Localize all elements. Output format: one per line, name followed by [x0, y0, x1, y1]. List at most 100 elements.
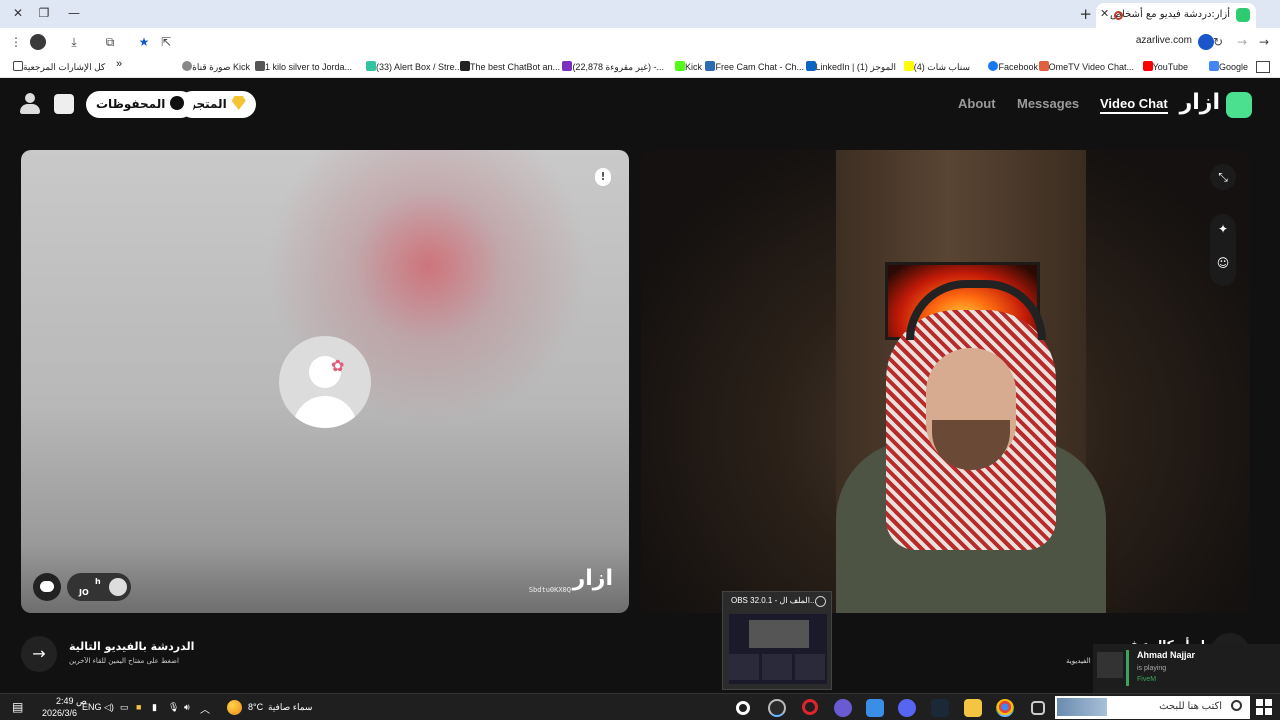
kick-icon [674, 61, 685, 71]
bookmark-linkedin[interactable]: LinkedIn | (1) الموجز [803, 61, 896, 73]
search-placeholder: اكتب هنا للبحث [1159, 701, 1222, 712]
azar-logo-text: ازار [1179, 90, 1220, 115]
peer-video-panel: ! ✿ h JO ازار Sbdtu0KX0Q [21, 150, 629, 613]
obs-window-title: OBS 32.0.1 - الملف ال... [731, 596, 817, 605]
bookmark-silver[interactable]: 1 kilo silver to Jorda... [252, 61, 352, 72]
nav-video-chat[interactable]: Video Chat [1100, 96, 1168, 114]
peer-profile-chip[interactable]: h JO [67, 573, 131, 601]
windows-start-icon[interactable] [1256, 699, 1272, 715]
bookmarks-bar: Google YouTube OmeTV Video Chat... Faceb… [0, 56, 1280, 78]
bookmark-snapchat[interactable]: (4) سناب شات [901, 61, 970, 73]
steam-icon[interactable] [931, 699, 949, 717]
watermark-id: Sbdtu0KX0Q [528, 586, 571, 594]
obs-taskbar-icon[interactable] [768, 699, 786, 717]
nav-about[interactable]: About [958, 96, 996, 111]
next-chat-button[interactable]: → [21, 636, 57, 672]
browser-tab[interactable]: أزار:دردشة فيديو مع أشخاص ✕ [1096, 3, 1256, 28]
bookmark-google[interactable]: Google [1206, 61, 1248, 72]
obs-taskbar-preview[interactable]: OBS 32.0.1 - الملف ال... [722, 591, 832, 690]
mail-icon [562, 61, 573, 71]
more-bookmarks-icon[interactable]: » [116, 58, 122, 70]
report-icon[interactable]: ! [595, 168, 611, 186]
bookmark-kick[interactable]: Kick [672, 61, 702, 72]
peer-name: h [95, 577, 101, 586]
game-thumbnail [1097, 652, 1123, 678]
saved-button[interactable]: المحفوظات [86, 91, 195, 118]
bookmark-mail[interactable]: (22,878 غير مقروءة) -... [559, 61, 664, 73]
self-camera-person [836, 270, 1106, 613]
all-bookmarks[interactable]: كل الإشارات المرجعية [10, 61, 105, 73]
inbox-icon[interactable] [54, 94, 74, 114]
microphone-icon[interactable]: 🎙︎ [168, 702, 179, 713]
extensions-icon[interactable]: ⧉ [102, 34, 118, 50]
self-video-panel: ⤡ ✦ ☺ [641, 150, 1250, 613]
recording-icon [1114, 11, 1123, 20]
task-view-icon[interactable] [1031, 701, 1045, 715]
azar-logo-icon [1226, 92, 1252, 118]
next-chat-title: الدردشة بالفيديو التالية [69, 640, 195, 653]
new-tab-button[interactable]: + [1079, 5, 1092, 23]
facebook-icon [988, 61, 999, 71]
discord-icon[interactable] [898, 699, 916, 717]
discord-activity-toast[interactable]: Ahmad Najjar is playing FiveM [1093, 644, 1280, 693]
clock-date[interactable]: 2026/3/6 [42, 708, 77, 718]
weather-text: سماء صافية [268, 702, 313, 712]
speaker-icon[interactable]: ◁) [104, 702, 114, 713]
network-icon[interactable]: ▭ [120, 702, 129, 713]
url-text[interactable]: azarlive.com [1136, 35, 1192, 46]
weather-temp[interactable]: 8°C [248, 702, 263, 712]
bookmark-chatbot[interactable]: The best ChatBot an... [457, 61, 560, 72]
streaming-app-icon[interactable] [736, 701, 750, 715]
apps-grid-icon[interactable] [1256, 61, 1270, 73]
download-icon[interactable]: ⤓ [66, 34, 82, 50]
mic-in-use-icon[interactable]: ▮ [152, 702, 157, 713]
windows-taskbar: اكتب هنا للبحث سماء صافية 8°C ︿ 🔊︎ 🎙︎ ▮ … [0, 693, 1280, 720]
bookmark-youtube[interactable]: YouTube [1140, 61, 1188, 72]
reload-icon[interactable]: ↻ [1210, 34, 1226, 50]
freecam-icon [705, 61, 716, 71]
nav-messages[interactable]: Messages [1017, 96, 1079, 111]
app-tray-icon[interactable]: ■ [136, 702, 141, 712]
close-tab-icon[interactable]: ✕ [1100, 7, 1109, 20]
close-window-icon[interactable]: ✕ [10, 5, 26, 21]
notification-center-icon[interactable]: ▤ [12, 700, 23, 714]
install-app-icon[interactable]: ⇱ [158, 34, 174, 50]
tray-chevron-icon[interactable]: ︿ [200, 701, 210, 716]
restore-window-icon[interactable]: ❐ [36, 5, 52, 21]
clock-time[interactable]: 2:49 ص [56, 696, 87, 707]
face-filter-icon[interactable]: ☺ [1210, 250, 1236, 276]
capcut-icon[interactable] [834, 699, 852, 717]
friend-name: Ahmad Najjar [1137, 650, 1196, 660]
bookmark-alertbox[interactable]: (33) Alert Box / Stre... [363, 61, 462, 72]
forward-icon[interactable]: → [1234, 34, 1250, 50]
chat-bubble-button[interactable] [33, 573, 61, 601]
linkedin-icon [805, 61, 816, 71]
tab-title: أزار:دردشة فيديو مع أشخاص [1109, 9, 1230, 20]
next-chat-subtitle: اضغط على مفتاح اليمين للقاء الآخرين [69, 657, 179, 665]
bookmark-star-icon[interactable]: ★ [136, 34, 152, 50]
ometv-icon [1038, 61, 1049, 71]
user-profile-icon[interactable] [20, 93, 40, 115]
bookmark-kick-channel[interactable]: صورة قناة Kick [179, 61, 250, 73]
file-explorer-icon[interactable] [964, 699, 982, 717]
minimize-window-icon[interactable]: — [66, 5, 82, 21]
profile-avatar[interactable] [30, 34, 46, 50]
opera-icon[interactable] [802, 699, 818, 715]
taskbar-search[interactable]: اكتب هنا للبحث [1055, 696, 1250, 719]
bookmark-facebook[interactable]: Facebook [985, 61, 1038, 72]
history-clock-icon [170, 96, 185, 110]
globe-icon [182, 61, 193, 71]
volume-icon[interactable]: 🔊︎ [184, 702, 190, 713]
chrome-taskbar-icon[interactable] [996, 699, 1014, 717]
video-note: الفيديوية [1066, 657, 1091, 665]
microsoft-store-icon[interactable] [866, 699, 884, 717]
bookmark-freecam[interactable]: Free Cam Chat - Ch... [702, 61, 804, 72]
magic-wand-icon[interactable]: ✦ [1210, 216, 1236, 242]
minimize-video-icon[interactable]: ⤡ [1210, 164, 1236, 190]
obs-icon [815, 596, 826, 607]
peer-mini-avatar [109, 578, 127, 596]
bookmark-ometv[interactable]: OmeTV Video Chat... [1036, 61, 1134, 72]
weather-sun-icon[interactable] [227, 700, 242, 715]
menu-dots-icon[interactable]: ⋮ [8, 34, 24, 50]
back-icon[interactable]: → [1256, 34, 1272, 50]
